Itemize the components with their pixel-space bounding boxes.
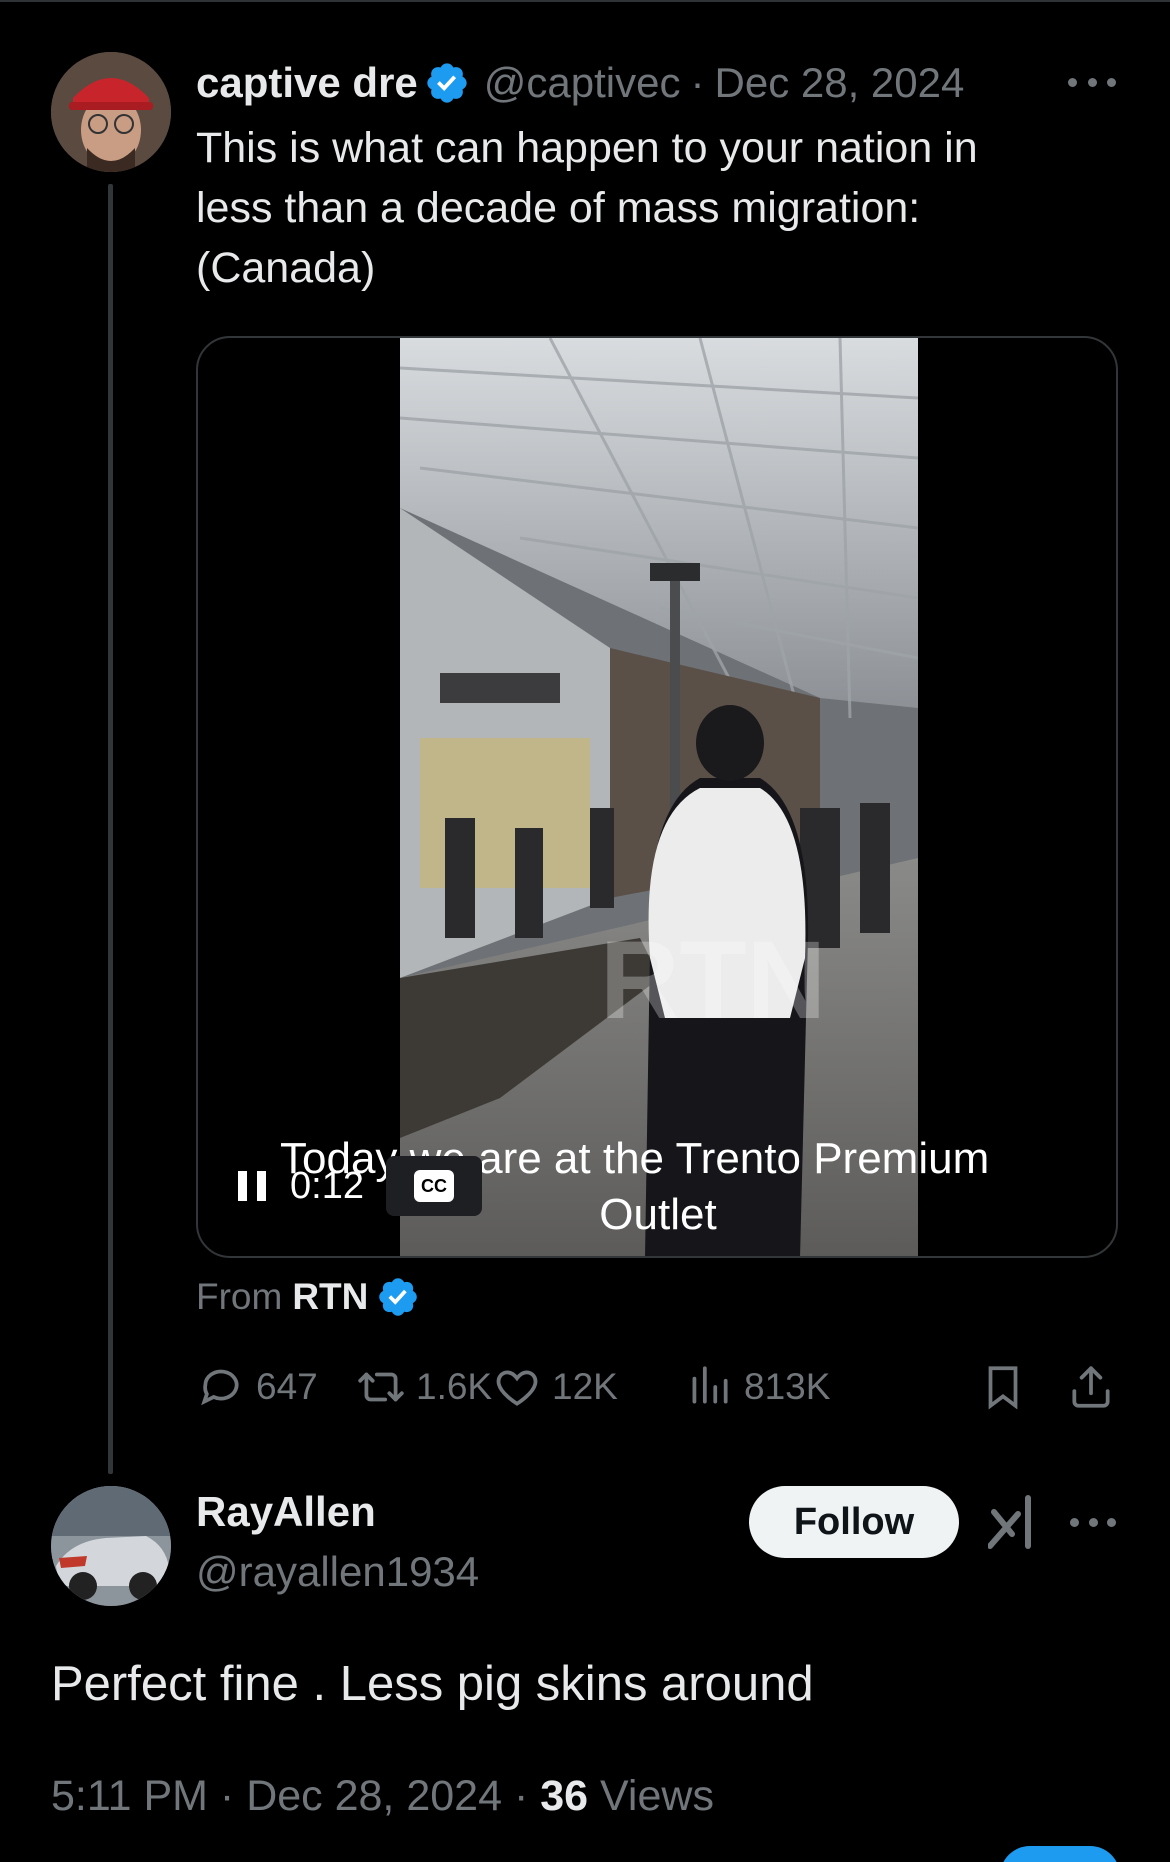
share-icon: [1072, 1366, 1110, 1408]
video-watermark: RTN: [600, 919, 826, 1042]
tweet-text-line: This is what can happen to your nation i…: [196, 124, 978, 172]
like-button[interactable]: 12K: [492, 1362, 618, 1412]
views-icon: [692, 1366, 728, 1404]
video-frame: RTN: [400, 338, 918, 1256]
repost-count: 1.6K: [416, 1366, 493, 1407]
share-button[interactable]: [1066, 1362, 1116, 1412]
tweet-text-line: (Canada): [196, 244, 376, 292]
grok-icon[interactable]: [988, 1494, 1038, 1550]
source-prefix: From: [196, 1276, 283, 1317]
cc-icon: CC: [413, 1170, 454, 1202]
reply-author-avatar[interactable]: [51, 1486, 171, 1606]
reply-date[interactable]: Dec 28, 2024: [246, 1772, 502, 1820]
verified-badge-icon[interactable]: [424, 60, 470, 106]
tweet-actions: 647 1.6K 12K 813K: [196, 1362, 1118, 1412]
top-divider: [0, 0, 1170, 2]
video-time: 0:12: [290, 1164, 364, 1207]
reply-text: Perfect fine . Less pig skins around: [51, 1657, 814, 1711]
views-count: 813K: [744, 1366, 831, 1407]
bookmark-button[interactable]: [978, 1362, 1028, 1412]
author-handle[interactable]: @captivec: [484, 59, 681, 107]
verified-badge-icon[interactable]: [376, 1275, 420, 1319]
reply-views-count: 36: [540, 1772, 589, 1820]
separator: ·: [513, 1772, 541, 1820]
repost-icon: [358, 1372, 404, 1402]
thread-connector-line: [108, 184, 113, 1474]
reply-button[interactable]: 647: [196, 1362, 318, 1412]
pause-icon[interactable]: [238, 1171, 266, 1201]
tweet-date[interactable]: Dec 28, 2024: [715, 59, 965, 107]
source-name[interactable]: RTN: [292, 1276, 368, 1318]
tweet-text: This is what can happen to your nation i…: [196, 118, 1076, 298]
reply-time[interactable]: 5:11 PM: [51, 1772, 208, 1820]
video-source: From RTN: [196, 1272, 420, 1322]
like-count: 12K: [552, 1366, 618, 1407]
video-controls: 0:12 CC: [238, 1156, 482, 1216]
video-player[interactable]: RTN Today we are at the Trento Premium O…: [196, 336, 1118, 1258]
author-name[interactable]: captive dre: [196, 59, 418, 107]
compose-button-edge[interactable]: [1000, 1846, 1120, 1862]
repost-button[interactable]: 1.6K: [356, 1362, 492, 1412]
reply-author-handle[interactable]: @rayallen1934: [196, 1548, 479, 1596]
separator: ·: [690, 59, 705, 106]
reply-author-name[interactable]: RayAllen: [196, 1488, 376, 1536]
reply-count: 647: [256, 1366, 318, 1407]
bookmark-icon: [988, 1366, 1018, 1410]
tweet-text-line: less than a decade of mass migration:: [196, 184, 921, 232]
like-icon: [496, 1370, 538, 1406]
author-avatar[interactable]: [51, 52, 171, 172]
follow-button[interactable]: Follow: [749, 1486, 959, 1558]
cc-button[interactable]: CC: [385, 1156, 482, 1216]
more-icon[interactable]: [1070, 1504, 1116, 1540]
views-button[interactable]: 813K: [684, 1362, 830, 1412]
reply-metadata: 5:11 PM · Dec 28, 2024 · 36 Views: [51, 1772, 714, 1821]
reply-icon: [201, 1369, 239, 1406]
more-icon[interactable]: [1068, 64, 1116, 100]
tweet-header: captive dre @captivec · Dec 28, 2024: [196, 55, 1096, 111]
separator: ·: [219, 1772, 247, 1820]
reply-views-label: Views: [600, 1772, 714, 1820]
